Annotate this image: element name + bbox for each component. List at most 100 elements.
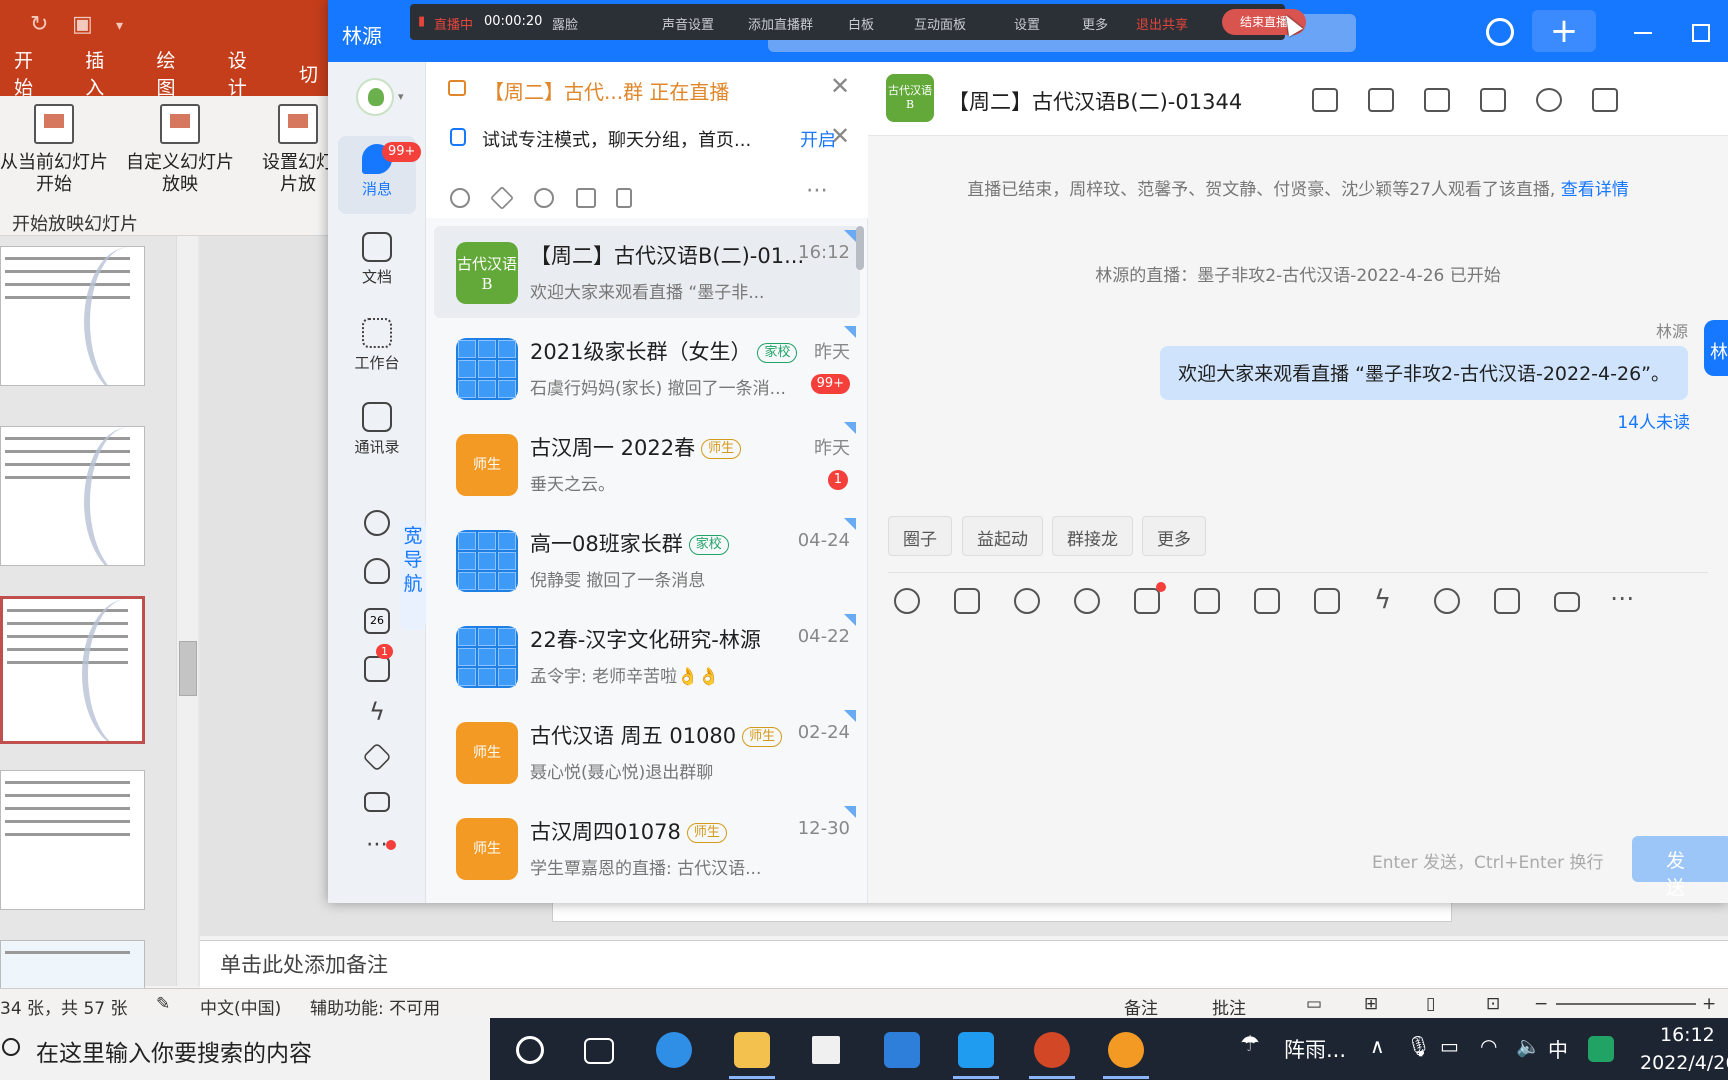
star-filter-icon[interactable] — [489, 185, 515, 211]
accessibility-status[interactable]: 辅助功能: 不可用 — [310, 994, 440, 1019]
sidebar-item-contacts[interactable]: 通讯录 — [338, 402, 416, 457]
normal-view-icon[interactable]: ▭ — [1306, 994, 1322, 1014]
layers-icon[interactable] — [362, 742, 392, 772]
schedule-icon[interactable] — [1254, 588, 1280, 614]
menu-draw[interactable]: 绘图 — [157, 46, 192, 100]
message-bubble[interactable]: 欢迎大家来观看直播 “墨子非攻2-古代汉语-2022-4-26”。 — [1160, 346, 1688, 400]
scissors-icon[interactable] — [1014, 588, 1040, 614]
emoji-icon[interactable] — [894, 588, 920, 614]
volume-icon[interactable]: 🔈 — [1516, 1034, 1541, 1058]
slide-thumbnail-selected[interactable] — [0, 596, 145, 744]
sidebar-item-workbench[interactable]: 工作台 — [338, 318, 416, 373]
conversation-item[interactable]: 师生 古汉周四01078 师生 学生覃嘉恩的直播: 古代汉语... 12-30 — [434, 802, 860, 894]
zoom-slider[interactable] — [1556, 1003, 1696, 1005]
from-current-slide-button[interactable]: 从当前幻灯片开始 — [0, 100, 108, 196]
minimize-button[interactable] — [1634, 32, 1652, 34]
tray-chevron-icon[interactable]: ∧ — [1370, 1034, 1385, 1058]
conversation-item[interactable]: 师生 古代汉语 周五 01080 师生 聂心悦(聂心悦)退出群聊 02-24 — [434, 706, 860, 798]
folder-icon[interactable] — [1480, 88, 1506, 112]
thumbnail-scrollbar[interactable] — [176, 236, 198, 986]
weather-icon[interactable]: ☂ — [1240, 1032, 1260, 1057]
conversation-item[interactable]: 2021级家长群（女生） 家校 石虞行妈妈(家长) 撤回了一条消... 昨天 99… — [434, 322, 860, 414]
file-explorer-icon[interactable] — [734, 1032, 770, 1068]
mail-icon[interactable] — [884, 1032, 920, 1068]
quick-action-relay[interactable]: 群接龙 — [1052, 516, 1133, 556]
mention-filter-icon[interactable] — [450, 188, 470, 208]
slide-thumbnail[interactable] — [0, 246, 145, 386]
avatar[interactable]: 林 — [1704, 320, 1728, 376]
battery-icon[interactable]: ▭ — [1440, 1034, 1459, 1058]
quick-action-charity[interactable]: 益起动 — [962, 516, 1043, 556]
quick-action-more[interactable]: 更多 — [1142, 516, 1206, 556]
scrollbar-thumb[interactable] — [179, 641, 197, 696]
sidebar-item-messages[interactable]: 消息 99+ — [338, 136, 422, 214]
plus-button[interactable]: + — [1532, 10, 1596, 52]
maximize-button[interactable] — [1692, 24, 1710, 42]
reading-view-icon[interactable]: ▯ — [1426, 994, 1435, 1014]
thumbs-up-icon[interactable] — [954, 588, 980, 614]
close-icon[interactable]: ✕ — [830, 72, 850, 100]
powerpoint-taskbar-icon[interactable] — [1034, 1032, 1070, 1068]
mail-icon[interactable] — [364, 792, 390, 812]
slide-sorter-icon[interactable]: ⊞ — [1364, 994, 1378, 1014]
recent-filter-icon[interactable] — [534, 188, 554, 208]
clock-date[interactable]: 2022/4/26 — [1640, 1052, 1728, 1074]
present-icon[interactable]: ▣ — [72, 12, 93, 37]
history-icon[interactable] — [1486, 18, 1514, 46]
lightning-icon[interactable]: ϟ — [364, 700, 390, 726]
slideshow-view-icon[interactable]: ⊡ — [1486, 994, 1500, 1014]
notes-toggle[interactable]: 备注 — [1124, 994, 1158, 1019]
qa-dropdown-icon[interactable]: ▾ — [116, 18, 123, 34]
message-input[interactable]: Enter 发送，Ctrl+Enter 换行 — [1372, 848, 1604, 873]
lightning-icon[interactable]: ϟ — [1374, 587, 1400, 614]
whiteboard-button[interactable]: 白板 — [848, 14, 874, 33]
more-icon[interactable]: ⋯ — [806, 178, 829, 203]
settings-button[interactable]: 设置 — [1014, 14, 1040, 33]
task-view-icon[interactable] — [584, 1038, 614, 1064]
more-button[interactable]: 更多 — [1082, 14, 1108, 33]
cortana-icon[interactable] — [516, 1036, 544, 1064]
comments-toggle[interactable]: 批注 — [1212, 994, 1246, 1019]
menu-transitions[interactable]: 切 — [299, 60, 318, 87]
todo-icon[interactable] — [364, 656, 390, 682]
conversation-item[interactable]: 22春-汉字文化研究-林源 孟令宇: 老师辛苦啦👌👌 04-22 — [434, 610, 860, 702]
conversation-item[interactable]: 古代汉语B 【周二】古代汉语B(二)-01... 欢迎大家来观看直播 “墨子非.… — [434, 226, 860, 318]
calendar-icon[interactable]: 26 — [364, 608, 390, 634]
ime-indicator[interactable]: 中 — [1548, 1034, 1568, 1063]
conversation-item[interactable]: 高一08班家长群 家校 倪静雯 撤回了一条消息 04-24 — [434, 514, 860, 606]
mail-icon[interactable] — [1554, 592, 1580, 612]
chevron-down-icon[interactable]: ▾ — [398, 90, 404, 103]
conversation-item[interactable]: 师生 古汉周一 2022春 师生 垂天之云。 昨天 1 — [434, 418, 860, 510]
close-icon[interactable]: ✕ — [830, 122, 850, 150]
chat-avatar[interactable]: 古代汉语B — [886, 74, 934, 122]
at-icon[interactable] — [1074, 588, 1100, 614]
custom-slideshow-button[interactable]: 自定义幻灯片放映 — [124, 100, 236, 196]
notes-pane[interactable]: 单击此处添加备注 — [200, 940, 1728, 988]
doc-edit-icon[interactable] — [1134, 588, 1160, 614]
quick-action-circle[interactable]: 圈子 — [888, 516, 952, 556]
send-button[interactable]: 发送 — [1632, 836, 1728, 899]
cloud-icon[interactable] — [364, 558, 390, 584]
task-icon[interactable] — [1368, 88, 1394, 112]
live-replay-icon[interactable] — [1312, 88, 1338, 112]
clock-time[interactable]: 16:12 — [1660, 1024, 1715, 1046]
store-icon[interactable] — [808, 1032, 844, 1068]
phone-icon[interactable] — [364, 510, 390, 536]
chat-settings-icon[interactable] — [1592, 88, 1618, 112]
dingtalk-taskbar-icon[interactable] — [958, 1032, 994, 1068]
phone-icon[interactable] — [1434, 588, 1460, 614]
camera-button[interactable]: 露脸 — [552, 14, 578, 33]
language[interactable]: 中文(中国) — [200, 994, 281, 1019]
live-banner[interactable]: 【周二】古代...群 正在直播 ✕ — [426, 62, 868, 114]
spellcheck-icon[interactable]: ✎ — [156, 994, 170, 1014]
redo-icon[interactable]: ↻ — [30, 12, 48, 37]
add-live-group-button[interactable]: 添加直播群 — [748, 14, 813, 33]
mic-icon[interactable]: 🎙 — [1406, 1034, 1431, 1058]
file-filter-icon[interactable] — [616, 188, 632, 208]
chat-title[interactable]: 【周二】古代汉语B(二)-01344 — [948, 86, 1242, 116]
mute-icon[interactable] — [1424, 88, 1450, 112]
checkbox-icon[interactable] — [1314, 588, 1340, 614]
upload-icon[interactable] — [1194, 588, 1220, 614]
menu-insert[interactable]: 插入 — [85, 46, 120, 100]
avatar[interactable] — [356, 78, 394, 116]
